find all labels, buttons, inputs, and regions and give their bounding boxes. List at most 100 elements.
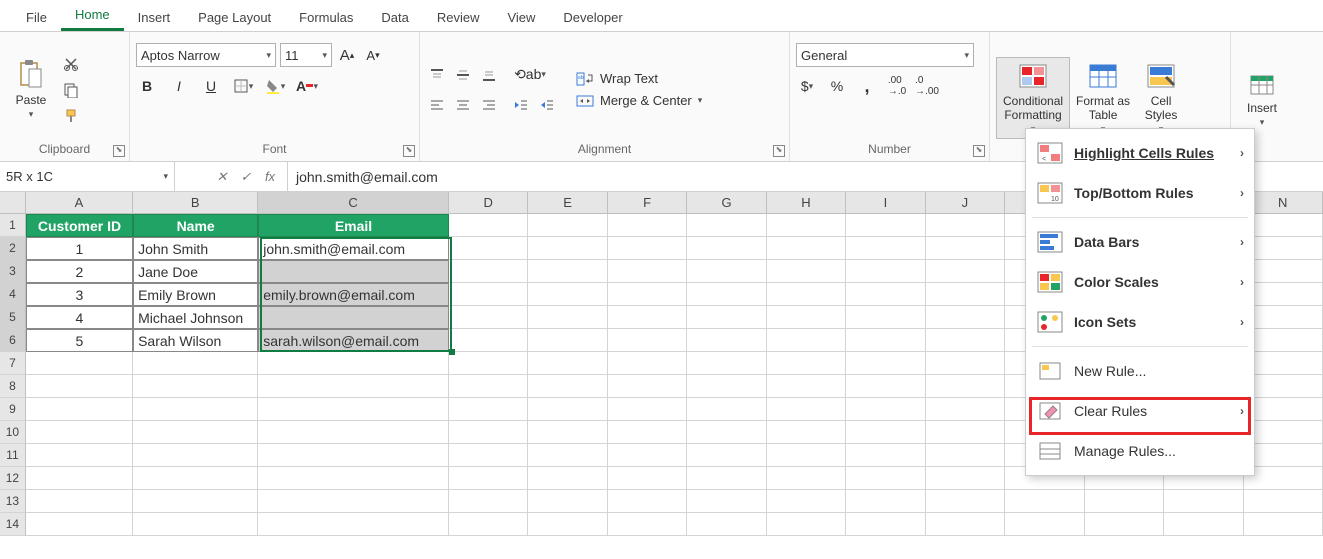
cell-J13[interactable] [926,490,1005,513]
font-size-select[interactable]: 11▾ [280,43,332,67]
cell-I7[interactable] [846,352,925,375]
fill-color-button[interactable]: ▾ [264,75,286,97]
cell-A5[interactable]: 4 [26,306,133,329]
align-right-button[interactable] [478,94,500,116]
cut-button[interactable] [60,53,82,75]
tab-file[interactable]: File [12,4,61,31]
cell-N10[interactable] [1244,421,1323,444]
col-header-J[interactable]: J [926,192,1005,213]
cell-J1[interactable] [926,214,1005,237]
tab-view[interactable]: View [493,4,549,31]
cell-C2[interactable]: john.smith@email.com [258,237,449,260]
cell-B4[interactable]: Emily Brown [133,283,258,306]
cell-I10[interactable] [846,421,925,444]
cell-H12[interactable] [767,467,846,490]
cell-I1[interactable] [846,214,925,237]
cell-I4[interactable] [846,283,925,306]
cell-H5[interactable] [767,306,846,329]
cell-D12[interactable] [449,467,528,490]
cell-H2[interactable] [767,237,846,260]
row-header[interactable]: 2 [0,237,26,260]
cell-D8[interactable] [449,375,528,398]
cell-A7[interactable] [26,352,133,375]
cell-J11[interactable] [926,444,1005,467]
cell-N13[interactable] [1244,490,1323,513]
cell-F4[interactable] [608,283,687,306]
cell-F14[interactable] [608,513,687,536]
cell-B2[interactable]: John Smith [133,237,258,260]
cell-E7[interactable] [528,352,607,375]
format-painter-button[interactable] [60,105,82,127]
tab-home[interactable]: Home [61,1,124,31]
col-header-B[interactable]: B [133,192,258,213]
tab-review[interactable]: Review [423,4,494,31]
menu-color-scales[interactable]: Color Scales › [1026,262,1254,302]
cell-C12[interactable] [258,467,449,490]
row-header[interactable]: 11 [0,444,26,467]
cell-G5[interactable] [687,306,766,329]
cell-E3[interactable] [528,260,607,283]
cell-C9[interactable] [258,398,449,421]
row-header[interactable]: 6 [0,329,26,352]
cell-I12[interactable] [846,467,925,490]
cell-G13[interactable] [687,490,766,513]
cell-D7[interactable] [449,352,528,375]
col-header-A[interactable]: A [26,192,133,213]
cell-H11[interactable] [767,444,846,467]
col-header-N[interactable]: N [1243,192,1322,213]
menu-manage-rules[interactable]: Manage Rules... [1026,431,1254,471]
cell-B6[interactable]: Sarah Wilson [133,329,258,352]
cell-B14[interactable] [133,513,258,536]
cell-F12[interactable] [608,467,687,490]
cell-F8[interactable] [608,375,687,398]
cell-N2[interactable] [1244,237,1323,260]
cell-A9[interactable] [26,398,133,421]
align-bottom-button[interactable] [478,64,500,86]
cell-D2[interactable] [449,237,528,260]
cell-C4[interactable]: emily.brown@email.com [258,283,449,306]
cell-N9[interactable] [1244,398,1323,421]
cell-A10[interactable] [26,421,133,444]
cell-G14[interactable] [687,513,766,536]
decrease-decimal-button[interactable]: .0→.00 [916,75,938,97]
cell-G11[interactable] [687,444,766,467]
cell-B8[interactable] [133,375,258,398]
cell-B13[interactable] [133,490,258,513]
cell-F9[interactable] [608,398,687,421]
tab-developer[interactable]: Developer [549,4,636,31]
selection-handle[interactable] [449,349,455,355]
cell-A13[interactable] [26,490,133,513]
cell-G8[interactable] [687,375,766,398]
cell-F10[interactable] [608,421,687,444]
align-top-button[interactable] [426,64,448,86]
cell-B1[interactable]: Name [133,214,258,237]
row-header[interactable]: 3 [0,260,26,283]
tab-insert[interactable]: Insert [124,4,185,31]
cell-G1[interactable] [687,214,766,237]
cell-M14[interactable] [1164,513,1243,536]
alignment-launcher[interactable]: ⬊ [773,145,785,157]
cell-D10[interactable] [449,421,528,444]
cell-C7[interactable] [258,352,449,375]
cell-H4[interactable] [767,283,846,306]
cell-C8[interactable] [258,375,449,398]
col-header-I[interactable]: I [846,192,925,213]
menu-clear-rules[interactable]: Clear Rules › [1026,391,1254,431]
row-header[interactable]: 14 [0,513,26,536]
fx-button[interactable]: fx [259,166,281,188]
cell-D5[interactable] [449,306,528,329]
align-left-button[interactable] [426,94,448,116]
cell-B12[interactable] [133,467,258,490]
font-color-button[interactable]: A▾ [296,75,318,97]
font-name-select[interactable]: Aptos Narrow▾ [136,43,276,67]
menu-icon-sets[interactable]: Icon Sets › [1026,302,1254,342]
cell-H6[interactable] [767,329,846,352]
col-header-F[interactable]: F [608,192,687,213]
cell-E12[interactable] [528,467,607,490]
cell-J2[interactable] [926,237,1005,260]
cell-I5[interactable] [846,306,925,329]
cell-F2[interactable] [608,237,687,260]
cell-F7[interactable] [608,352,687,375]
cell-N12[interactable] [1244,467,1323,490]
cell-H14[interactable] [767,513,846,536]
